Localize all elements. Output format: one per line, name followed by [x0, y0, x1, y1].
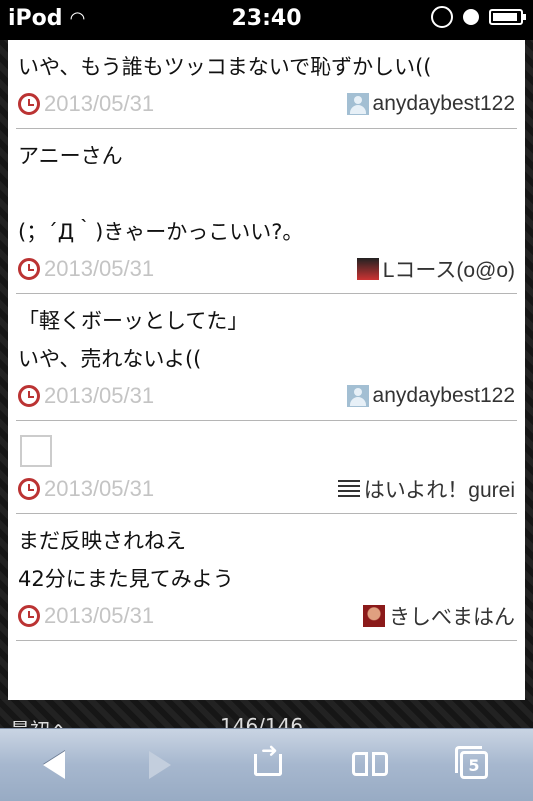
post-item: 2013/05/31 はいよれ！gurei [16, 421, 517, 514]
alarm-clock-icon [18, 93, 40, 115]
post-list: いや、もう誰もツッコまないで恥ずかしい(( 2013/05/31 anydaybes… [8, 40, 525, 700]
post-user[interactable]: きしべまはん [363, 601, 515, 631]
avatar [346, 385, 369, 407]
post-body: 「軽くボーッとしてた」 いや、売れないよ(( [16, 294, 517, 378]
date-text: 2013/05/31 [44, 603, 155, 628]
post-body: いや、もう誰もツッコまないで恥ずかしい(( [16, 40, 517, 86]
username: はいよれ！gurei [363, 479, 515, 502]
post-item: まだ反映されねえ 42分にまた見てみよう 2013/05/31 きしべまはん [16, 514, 517, 641]
forward-arrow-icon [149, 751, 171, 779]
post-line [18, 175, 517, 213]
alarm-clock-icon [18, 385, 40, 407]
date-text: 2013/05/31 [44, 476, 155, 501]
first-page-link[interactable]: 最初へ [10, 714, 70, 728]
username: Lコース(o@o) [382, 259, 515, 282]
username: anydaybest122 [372, 384, 515, 407]
tabs-icon: 5 [455, 746, 488, 779]
post-meta: 2013/05/31 Lコース(o@o) [16, 251, 517, 287]
browser-toolbar: 5 [0, 728, 533, 801]
post-meta: 2013/05/31 anydaybest122 [16, 86, 517, 122]
battery-icon [489, 9, 526, 25]
date-text: 2013/05/31 [44, 256, 155, 281]
post-line: まだ反映されねえ [18, 529, 186, 553]
forward-button[interactable] [130, 745, 190, 785]
avatar [337, 478, 360, 500]
post-date: 2013/05/31 [18, 476, 154, 502]
page-count: 146/146 [220, 714, 304, 728]
username: anydaybest122 [372, 92, 515, 115]
tabs-button[interactable]: 5 [444, 745, 504, 785]
rotation-lock-icon [431, 6, 453, 28]
avatar [346, 93, 369, 115]
post-user[interactable]: anydaybest122 [346, 384, 515, 408]
post-item: アニーさん (；´Д｀)きゃーかっこいい?。 2013/05/31 Lコース(o@o) [16, 129, 517, 294]
alarm-clock-icon [18, 605, 40, 627]
post-body: まだ反映されねえ 42分にまた見てみよう [16, 514, 517, 598]
date-text: 2013/05/31 [44, 91, 155, 116]
post-body [16, 421, 517, 467]
post-date: 2013/05/31 [18, 91, 154, 117]
username: きしべまはん [389, 606, 515, 629]
alarm-clock-icon [18, 478, 40, 500]
pager: 最初へ 146/146 [0, 708, 533, 728]
post-user[interactable]: Lコース(o@o) [356, 254, 515, 284]
avatar [356, 258, 379, 280]
alarm-clock-icon [18, 258, 40, 280]
post-item: 「軽くボーッとしてた」 いや、売れないよ(( 2013/05/31 anydaybes… [16, 294, 517, 421]
post-meta: 2013/05/31 anydaybest122 [16, 378, 517, 414]
post-user[interactable]: はいよれ！gurei [337, 474, 515, 504]
back-arrow-icon [43, 751, 65, 779]
post-line: アニーさん [18, 144, 123, 168]
post-line: 「軽くボーッとしてた」 [18, 309, 249, 333]
status-right [431, 6, 526, 28]
share-button[interactable] [238, 738, 298, 785]
post-user[interactable]: anydaybest122 [346, 92, 515, 116]
avatar [363, 605, 385, 627]
post-body: アニーさん (；´Д｀)きゃーかっこいい?。 [16, 129, 517, 251]
back-button[interactable] [24, 745, 84, 785]
alarm-clock-icon [463, 9, 479, 25]
share-icon [254, 738, 282, 776]
status-bar: iPod ◠ 23:40 [0, 0, 533, 40]
post-date: 2013/05/31 [18, 603, 154, 629]
post-line: いや、売れないよ(( [18, 347, 202, 371]
image-thumbnail[interactable] [20, 435, 52, 467]
post-meta: 2013/05/31 きしべまはん [16, 598, 517, 634]
date-text: 2013/05/31 [44, 383, 155, 408]
post-line: 42分にまた見てみよう [18, 567, 234, 591]
post-item: いや、もう誰もツッコまないで恥ずかしい(( 2013/05/31 anydaybes… [16, 40, 517, 129]
post-line: いや、もう誰もツッコまないで恥ずかしい(( [18, 55, 432, 79]
bookmarks-button[interactable] [340, 745, 400, 785]
post-date: 2013/05/31 [18, 256, 154, 282]
post-date: 2013/05/31 [18, 383, 154, 409]
post-line: (；´Д｀)きゃーかっこいい?。 [18, 220, 304, 244]
post-meta: 2013/05/31 はいよれ！gurei [16, 471, 517, 507]
book-icon [352, 752, 388, 778]
